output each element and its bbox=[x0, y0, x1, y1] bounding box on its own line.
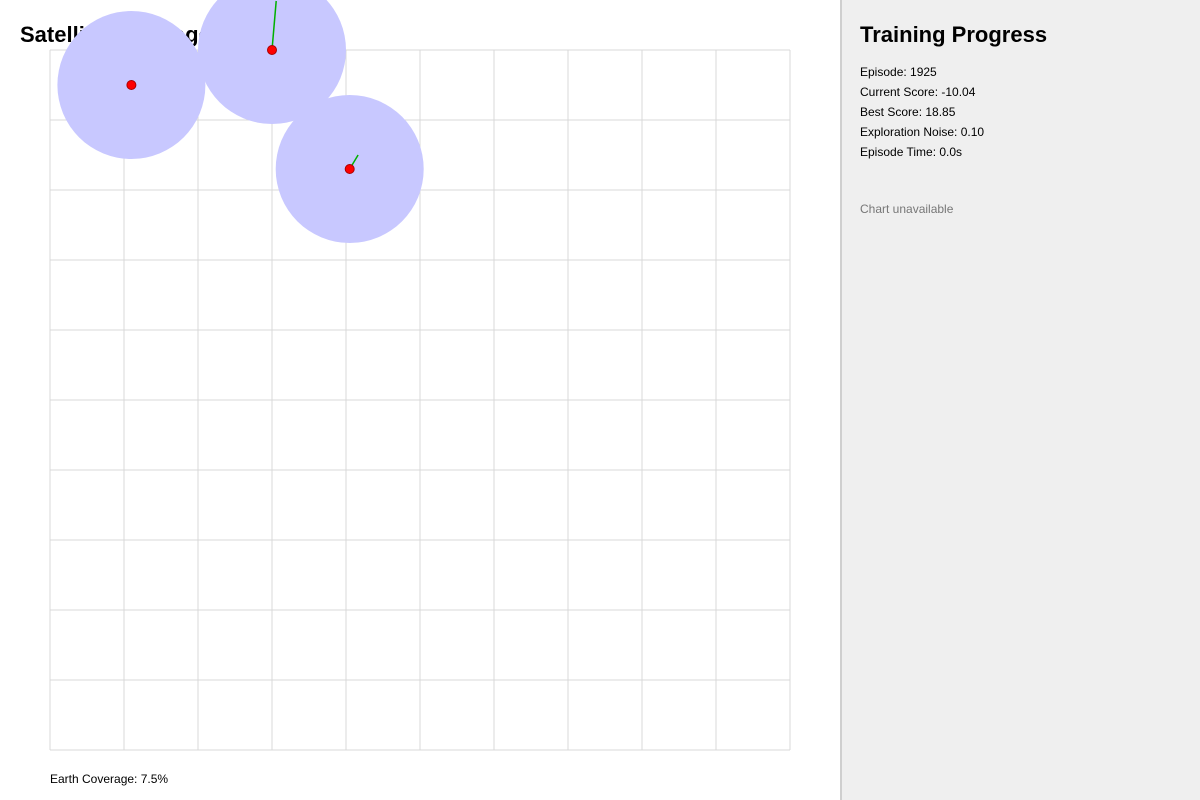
stat-best-score: Best Score: 18.85 bbox=[860, 105, 956, 119]
chart-status-message: Chart unavailable bbox=[860, 202, 954, 216]
stat-episode-time: Episode Time: 0.0s bbox=[860, 145, 963, 159]
training-progress-panel: Training Progress Episode: 1925 Current … bbox=[840, 0, 1200, 800]
panel-title: Training Progress bbox=[860, 22, 1048, 47]
stat-episode: Episode: 1925 bbox=[860, 65, 937, 79]
simulation-canvas[interactable] bbox=[0, 0, 840, 800]
simulation-area: Satellite Coverage Sim Earth Coverage: 7… bbox=[0, 0, 840, 800]
app-window: Satellite Coverage Sim Earth Coverage: 7… bbox=[0, 0, 1200, 800]
stat-current-score: Current Score: -10.04 bbox=[860, 85, 976, 99]
stat-exploration-noise: Exploration Noise: 0.10 bbox=[860, 125, 985, 139]
coverage-areas bbox=[57, 0, 424, 243]
stats-list: Episode: 1925 Current Score: -10.04 Best… bbox=[860, 62, 984, 162]
satellite-marker bbox=[267, 45, 277, 55]
satellite-marker bbox=[344, 164, 355, 174]
satellite-marker bbox=[126, 80, 137, 90]
